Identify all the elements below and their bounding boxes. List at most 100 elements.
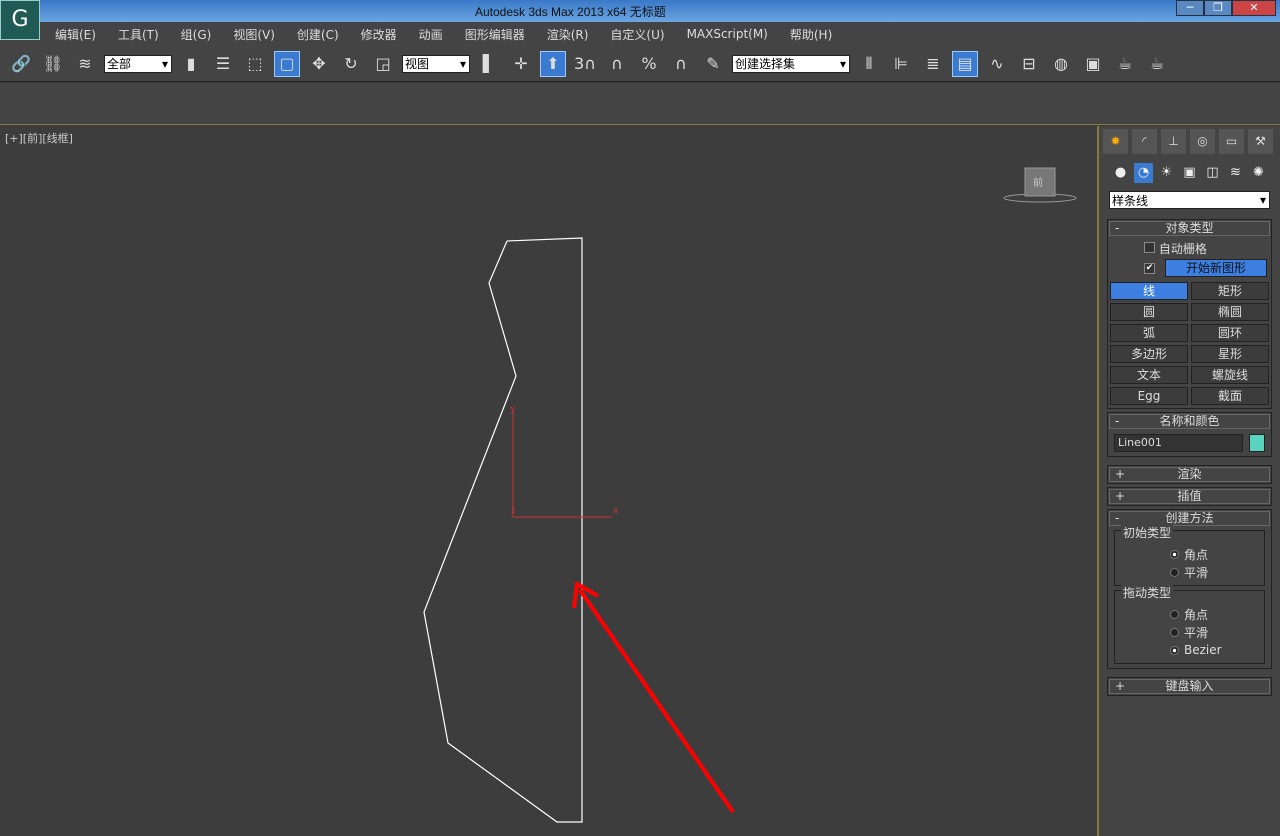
radio-option[interactable]: 角点 xyxy=(1115,605,1264,623)
utilities-tab-icon[interactable]: ⚒ xyxy=(1248,129,1273,154)
menu-item[interactable]: 组(G) xyxy=(181,26,212,43)
menu-item[interactable]: 动画 xyxy=(419,26,443,43)
spinner-snap-icon[interactable]: ∩ xyxy=(668,51,694,77)
edit-named-selection-icon[interactable]: ✎ xyxy=(700,51,726,77)
start-new-shape-check[interactable]: ✔ xyxy=(1144,262,1155,274)
selection-filter-dropdown[interactable]: 全部 ▾ xyxy=(104,54,172,73)
front-viewport[interactable]: [+][前][线框] 前 y x z xyxy=(0,126,1096,836)
name-color-header[interactable]: - 名称和颜色 xyxy=(1109,414,1270,429)
app-logo-button[interactable]: G xyxy=(0,0,40,40)
group-label: 初始类型 xyxy=(1121,524,1174,541)
pivot-center-icon[interactable]: ▌ xyxy=(476,51,502,77)
render-setup-icon[interactable]: ▣ xyxy=(1080,51,1106,77)
menu-item[interactable]: 图形编辑器 xyxy=(465,26,525,43)
rect-selection-icon[interactable]: ⬚ xyxy=(242,51,268,77)
window-title: Autodesk 3ds Max 2013 x64 无标题 xyxy=(475,5,666,19)
radio-option[interactable]: 角点 xyxy=(1115,545,1264,563)
interpolation-header[interactable]: + 插值 xyxy=(1109,489,1270,504)
select-manipulate-icon[interactable]: ✛ xyxy=(508,51,534,77)
named-selection-dropdown[interactable]: 创建选择集 ▾ xyxy=(732,54,850,73)
helpers-icon[interactable]: ◫ xyxy=(1203,163,1222,183)
object-type-button[interactable]: 线 xyxy=(1110,282,1188,300)
move-icon[interactable]: ✥ xyxy=(306,51,332,77)
menu-item[interactable]: 视图(V) xyxy=(233,26,275,43)
select-object-icon[interactable]: ▮ xyxy=(178,51,204,77)
render-icon[interactable]: ☕ xyxy=(1144,51,1170,77)
close-button[interactable]: ✕ xyxy=(1232,0,1276,16)
cameras-icon[interactable]: ▣ xyxy=(1180,163,1199,183)
object-type-button[interactable]: 圆 xyxy=(1110,303,1188,321)
create-tab-icon[interactable]: ✹ xyxy=(1103,129,1128,154)
menu-item[interactable]: 工具(T) xyxy=(118,26,159,43)
percent-snap-icon[interactable]: % xyxy=(636,51,662,77)
menu-item[interactable]: MAXScript(M) xyxy=(687,27,768,41)
viewcube-label[interactable]: 前 xyxy=(1033,174,1043,189)
unlink-icon[interactable]: ⛓ xyxy=(40,51,66,77)
geometry-icon[interactable]: ● xyxy=(1111,163,1130,183)
start-new-shape-button[interactable]: 开始新图形 xyxy=(1165,259,1267,277)
schematic-view-icon[interactable]: ⊟ xyxy=(1016,51,1042,77)
object-name-input[interactable]: Line001 xyxy=(1114,434,1243,452)
bind-spacewarp-icon[interactable]: ≋ xyxy=(72,51,98,77)
radio-option[interactable]: 平滑 xyxy=(1115,623,1264,641)
rendered-frame-icon[interactable]: ☕ xyxy=(1112,51,1138,77)
radio-option[interactable]: Bezier xyxy=(1115,641,1264,659)
radio-option[interactable]: 平滑 xyxy=(1115,563,1264,581)
angle-snap-icon[interactable]: ∩ xyxy=(604,51,630,77)
autogrid-check[interactable] xyxy=(1144,242,1155,253)
window-crossing-icon[interactable]: ▢ xyxy=(274,50,300,77)
object-type-button[interactable]: 弧 xyxy=(1110,324,1188,342)
shapes-icon[interactable]: ◔ xyxy=(1134,163,1153,183)
modify-tab-icon[interactable]: ◜ xyxy=(1132,129,1157,154)
object-type-button[interactable]: 文本 xyxy=(1110,366,1188,384)
select-by-name-icon[interactable]: ☰ xyxy=(210,51,236,77)
category-dropdown[interactable]: 样条线 ▾ xyxy=(1109,191,1270,209)
align-icon[interactable]: ⊫ xyxy=(888,51,914,77)
systems-icon[interactable]: ✺ xyxy=(1249,163,1268,183)
keyboard-shortcut-override-icon[interactable]: ⬆ xyxy=(540,50,566,77)
radio-button[interactable] xyxy=(1170,645,1179,655)
keyboard-entry-header[interactable]: + 键盘输入 xyxy=(1109,679,1270,694)
scene-explorer-icon[interactable]: ▤ xyxy=(952,50,978,77)
menu-item[interactable]: 帮助(H) xyxy=(790,26,832,43)
object-type-button[interactable]: 矩形 xyxy=(1191,282,1269,300)
spacewarps-icon[interactable]: ≋ xyxy=(1226,163,1245,183)
menu-item[interactable]: 修改器 xyxy=(361,26,397,43)
object-type-button[interactable]: 截面 xyxy=(1191,387,1269,405)
display-tab-icon[interactable]: ▭ xyxy=(1219,129,1244,154)
rotate-icon[interactable]: ↻ xyxy=(338,51,364,77)
object-type-button[interactable]: 螺旋线 xyxy=(1191,366,1269,384)
reference-coord-dropdown[interactable]: 视图 ▾ xyxy=(402,54,470,73)
object-type-button[interactable]: 圆环 xyxy=(1191,324,1269,342)
rendering-rollout: + 渲染 xyxy=(1107,465,1272,484)
object-type-button[interactable]: 多边形 xyxy=(1110,345,1188,363)
snap-toggle-icon[interactable]: 3 ∩ xyxy=(572,51,598,77)
motion-tab-icon[interactable]: ◎ xyxy=(1190,129,1215,154)
material-editor-icon[interactable]: ◍ xyxy=(1048,51,1074,77)
object-type-header[interactable]: - 对象类型 xyxy=(1109,221,1270,236)
hierarchy-tab-icon[interactable]: ⊥ xyxy=(1161,129,1186,154)
radio-button[interactable] xyxy=(1170,549,1179,559)
curve-editor-icon[interactable]: ∿ xyxy=(984,51,1010,77)
menu-item[interactable]: 创建(C) xyxy=(297,26,339,43)
minimize-button[interactable]: ─ xyxy=(1176,0,1204,16)
object-type-button[interactable]: 椭圆 xyxy=(1191,303,1269,321)
menu-item[interactable]: 编辑(E) xyxy=(55,26,96,43)
link-icon[interactable]: 🔗 xyxy=(8,51,34,77)
object-type-button[interactable]: 星形 xyxy=(1191,345,1269,363)
maximize-button[interactable]: ❐ xyxy=(1204,0,1232,16)
object-color-swatch[interactable] xyxy=(1249,434,1265,452)
scale-icon[interactable]: ◲ xyxy=(370,51,396,77)
radio-button[interactable] xyxy=(1170,627,1179,637)
lights-icon[interactable]: ☀ xyxy=(1157,163,1176,183)
selection-filter-value: 全部 xyxy=(107,57,132,71)
radio-button[interactable] xyxy=(1170,609,1179,619)
autogrid-checkbox[interactable]: 自动栅格 xyxy=(1108,237,1271,257)
menu-item[interactable]: 渲染(R) xyxy=(547,26,589,43)
radio-button[interactable] xyxy=(1170,567,1179,577)
object-type-button[interactable]: Egg xyxy=(1110,387,1188,405)
menu-item[interactable]: 自定义(U) xyxy=(610,26,664,43)
mirror-icon[interactable]: ⫴ xyxy=(856,51,882,77)
rendering-header[interactable]: + 渲染 xyxy=(1109,467,1270,482)
layer-manager-icon[interactable]: ≣ xyxy=(920,51,946,77)
